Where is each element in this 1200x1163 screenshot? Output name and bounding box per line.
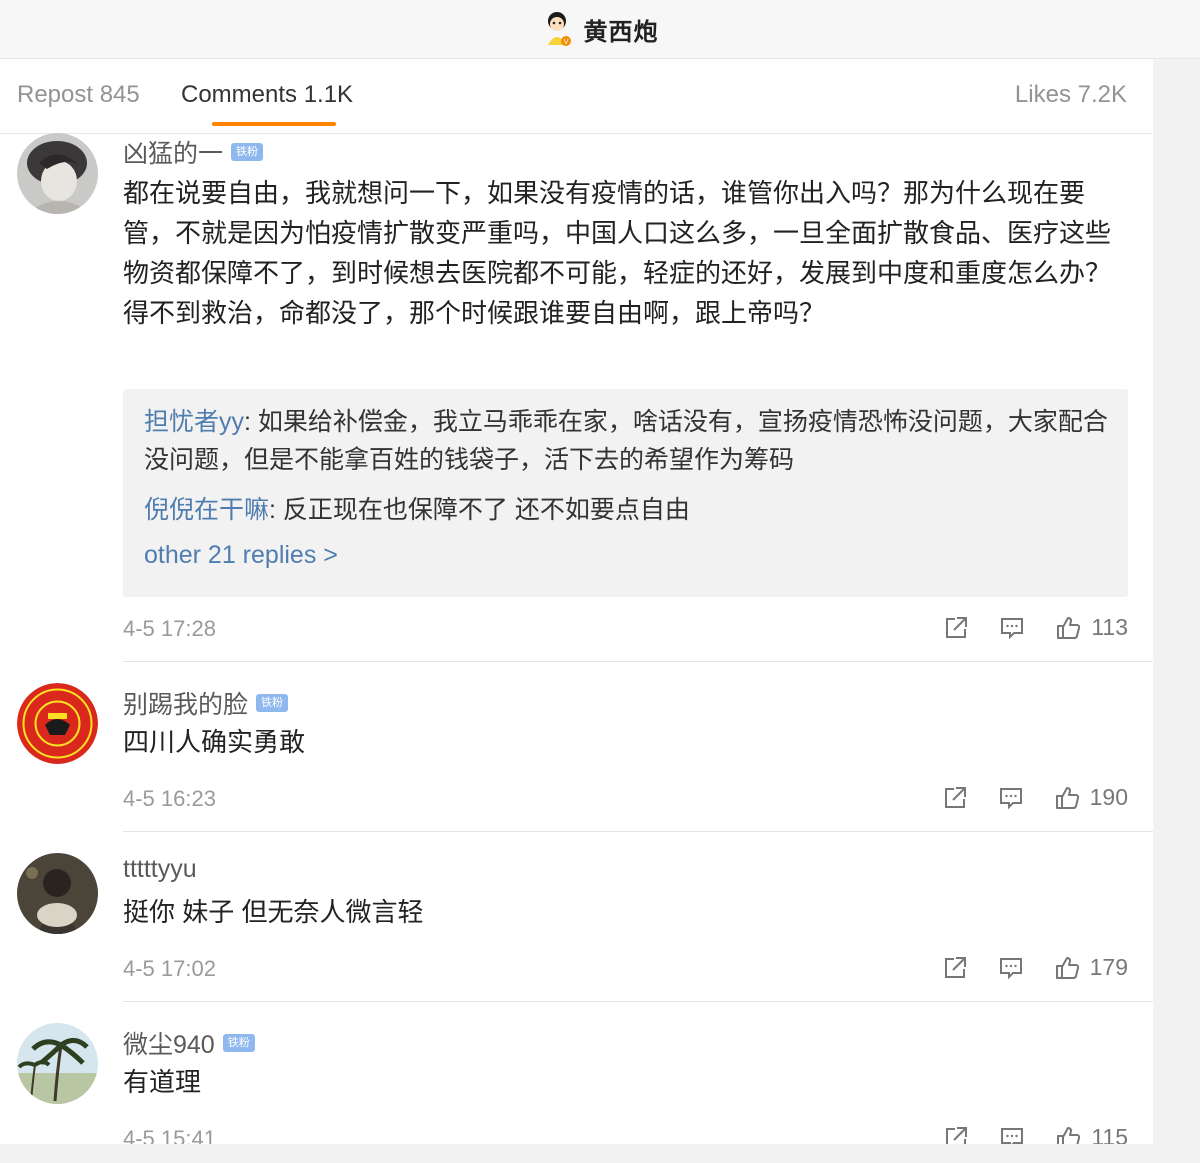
comment-actions: 190 xyxy=(912,784,1128,811)
thumbs-up-icon[interactable] xyxy=(1055,615,1081,641)
comment-time: 4-5 17:02 xyxy=(123,956,216,981)
divider xyxy=(123,831,1153,832)
reply-item: 担忧者yy: 如果给补偿金，我立马乖乖在家，啥话没有，宣扬疫情恐怖没问题，大家配… xyxy=(144,403,1108,479)
comment-icon[interactable] xyxy=(999,615,1025,641)
tab-likes[interactable]: Likes 7.2K xyxy=(1015,81,1127,109)
reply-username[interactable]: 担忧者yy xyxy=(144,408,244,436)
avatar[interactable] xyxy=(17,683,98,764)
divider xyxy=(123,1001,1153,1002)
comment-actions: 113 xyxy=(913,614,1128,641)
tab-repost[interactable]: Repost 845 xyxy=(17,81,140,109)
avatar[interactable] xyxy=(17,1023,98,1104)
tab-bar: Repost 845 Comments 1.1K Likes 7.2K xyxy=(0,59,1153,134)
reply-username[interactable]: 倪倪在干嘛 xyxy=(144,496,269,524)
reply-item: 倪倪在干嘛: 反正现在也保障不了 还不如要点自由 xyxy=(144,491,1108,529)
right-gutter xyxy=(1153,59,1200,1163)
comment-actions: 179 xyxy=(912,954,1128,981)
comment-time: 4-5 16:23 xyxy=(123,786,216,811)
comment-meta: 4-5 16:23 190 xyxy=(123,784,1128,816)
reply-text: : 如果给补偿金，我立马乖乖在家，啥话没有，宣扬疫情恐怖没问题，大家配合没问题，… xyxy=(144,408,1108,474)
like-count: 190 xyxy=(1089,784,1128,810)
divider xyxy=(123,661,1153,662)
avatar[interactable] xyxy=(17,853,98,934)
more-replies-link[interactable]: other 21 replies > xyxy=(144,541,1108,570)
username-text[interactable]: tttttyyu xyxy=(123,855,197,884)
comment-text: 有道理 xyxy=(123,1067,202,1097)
page-title: 黄西炮 xyxy=(583,18,659,46)
active-tab-indicator xyxy=(212,122,336,126)
tab-comments[interactable]: Comments 1.1K xyxy=(181,81,353,109)
svg-text:V: V xyxy=(563,38,568,46)
comment-icon[interactable] xyxy=(998,785,1024,811)
comment-username[interactable]: tttttyyu xyxy=(123,855,197,884)
comment-meta: 4-5 17:02 179 xyxy=(123,954,1128,986)
fan-badge: 铁粉 xyxy=(256,694,289,712)
comment-meta: 4-5 17:28 113 xyxy=(123,614,1128,646)
fan-badge: 铁粉 xyxy=(222,1034,255,1052)
like-count: 113 xyxy=(1091,614,1128,640)
fan-badge: 铁粉 xyxy=(231,143,264,161)
comment-username[interactable]: 别踢我的脸 铁粉 xyxy=(123,685,289,721)
comment-username[interactable]: 微尘940 铁粉 xyxy=(123,1025,255,1061)
bottom-strip xyxy=(0,1144,1200,1163)
share-icon[interactable] xyxy=(943,615,969,641)
thumbs-up-icon[interactable] xyxy=(1054,785,1080,811)
comment-text: 挺你 妹子 但无奈人微言轻 xyxy=(123,897,424,927)
comment-icon[interactable] xyxy=(998,955,1024,981)
comment-username[interactable]: 凶猛的一 铁粉 xyxy=(123,134,264,170)
comment-text: 都在说要自由，我就想问一下，如果没有疫情的话，谁管你出入吗？那为什么现在要管，不… xyxy=(123,178,1112,328)
username-text[interactable]: 微尘940 xyxy=(123,1025,215,1061)
account-avatar-icon[interactable]: V xyxy=(542,11,572,47)
comment-time: 4-5 17:28 xyxy=(123,616,216,641)
replies-box[interactable]: 担忧者yy: 如果给补偿金，我立马乖乖在家，啥话没有，宣扬疫情恐怖没问题，大家配… xyxy=(123,389,1128,597)
share-icon[interactable] xyxy=(942,955,968,981)
username-text[interactable]: 别踢我的脸 xyxy=(123,685,248,721)
reply-text: : 反正现在也保障不了 还不如要点自由 xyxy=(269,496,690,524)
username-text[interactable]: 凶猛的一 xyxy=(123,134,223,170)
share-icon[interactable] xyxy=(942,785,968,811)
like-count: 179 xyxy=(1089,954,1128,980)
top-bar: V 黄西炮 xyxy=(0,0,1200,59)
avatar[interactable] xyxy=(17,133,98,214)
thumbs-up-icon[interactable] xyxy=(1054,955,1080,981)
comment-text: 四川人确实勇敢 xyxy=(123,727,306,757)
